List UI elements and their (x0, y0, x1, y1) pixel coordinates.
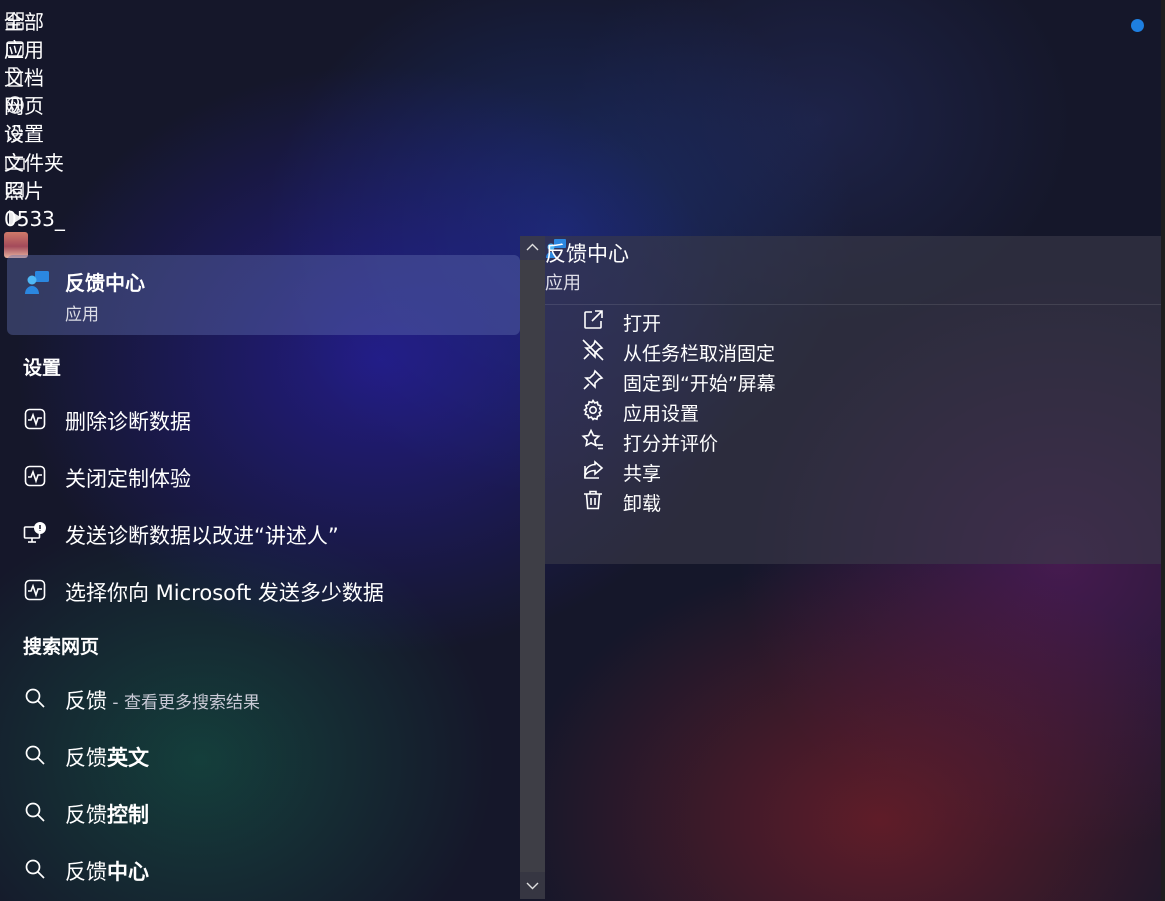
filter-all[interactable]: 全部 (4, 8, 44, 36)
scrollbar-thumb[interactable] (520, 260, 545, 872)
settings-result-diagnostic-level[interactable]: 选择你向 Microsoft 发送多少数据 (0, 566, 520, 614)
filter-documents[interactable]: 文档 (4, 64, 44, 92)
preview-header: 反馈中心 应用 (545, 236, 1161, 305)
action-label: 从任务栏取消固定 (623, 343, 776, 365)
unpin-icon (581, 338, 605, 362)
scroll-up-arrow-icon[interactable] (525, 240, 540, 255)
settings-result-delete-diagnostics[interactable]: 删除诊断数据 (0, 395, 520, 443)
preview-title: 反馈中心 (545, 242, 629, 266)
settings-result-label: 关闭定制体验 (65, 467, 191, 491)
action-unpin-taskbar[interactable]: 从任务栏取消固定 (581, 336, 981, 366)
filter-folders[interactable]: 文件夹 (4, 149, 64, 177)
best-match-result[interactable]: 反馈中心 应用 (7, 255, 520, 335)
filter-photos-label: 照片 (4, 179, 44, 203)
settings-result-label: 发送诊断数据以改进“讲述人” (65, 524, 339, 548)
app-preview-pane: 反馈中心 应用 打开 从任务栏取消固定 固定到“开始”屏幕 应用设置 打分并评价… (545, 236, 1161, 564)
filter-apps[interactable]: 应用 (4, 36, 44, 64)
action-label: 共享 (623, 463, 662, 485)
filter-apps-label: 应用 (4, 38, 44, 62)
action-label: 卸载 (623, 493, 662, 515)
web-result-center[interactable]: 反馈中心 (0, 845, 520, 893)
action-rate-review[interactable]: 打分并评价 (581, 426, 981, 456)
search-icon (23, 743, 47, 767)
web-result-english[interactable]: 反馈英文 (0, 731, 520, 779)
action-app-settings[interactable]: 应用设置 (581, 396, 981, 426)
action-label: 打分并评价 (623, 433, 719, 455)
web-result-text: 反馈英文 (65, 746, 149, 770)
rate-review-icon (581, 428, 605, 452)
search-icon (23, 686, 47, 710)
web-result-more[interactable]: 反馈 - 查看更多搜索结果 (0, 674, 520, 722)
trash-icon (581, 488, 605, 512)
filter-folders-label: 文件夹 (4, 151, 64, 175)
settings-result-label: 删除诊断数据 (65, 410, 191, 434)
web-result-text: 反馈 - 查看更多搜索结果 (65, 689, 260, 713)
filter-all-label: 全部 (4, 10, 44, 34)
open-external-icon (581, 308, 605, 332)
action-share[interactable]: 共享 (581, 456, 981, 486)
preview-subtitle: 应用 (545, 273, 581, 294)
filter-settings[interactable]: 设置 (4, 120, 44, 148)
best-match-subtitle: 应用 (65, 305, 99, 325)
web-result-control[interactable]: 反馈控制 (0, 788, 520, 836)
diagnostics-icon (23, 407, 47, 431)
filter-web[interactable]: 网页 (4, 92, 44, 120)
search-icon (23, 857, 47, 881)
settings-section-heading: 设置 (23, 357, 62, 379)
narrator-icon (23, 521, 47, 545)
filter-photos[interactable]: 照片 (4, 177, 44, 205)
settings-result-label: 选择你向 Microsoft 发送多少数据 (65, 581, 384, 605)
filter-recent-item[interactable]: 0533_ (4, 205, 65, 233)
action-label: 打开 (623, 313, 662, 335)
diagnostics-icon (23, 464, 47, 488)
action-label: 固定到“开始”屏幕 (623, 373, 776, 395)
settings-result-turn-off-tailored[interactable]: 关闭定制体验 (0, 452, 520, 500)
action-open[interactable]: 打开 (581, 306, 981, 336)
web-result-text: 反馈中心 (65, 860, 149, 884)
settings-result-narrator-diagnostics[interactable]: 发送诊断数据以改进“讲述人” (0, 509, 520, 557)
action-label: 应用设置 (623, 403, 700, 425)
pin-icon (581, 368, 605, 392)
web-section-heading: 搜索网页 (23, 636, 100, 658)
feedback-hub-icon (23, 269, 51, 297)
share-icon (581, 458, 605, 482)
filter-documents-label: 文档 (4, 66, 44, 90)
best-match-title: 反馈中心 (65, 271, 145, 295)
web-result-text: 反馈控制 (65, 803, 149, 827)
gear-icon (581, 398, 605, 422)
search-icon (23, 800, 47, 824)
scroll-down-arrow-icon[interactable] (525, 878, 540, 893)
filter-web-label: 网页 (4, 94, 44, 118)
notification-dot (1131, 19, 1144, 32)
filter-settings-label: 设置 (4, 122, 44, 146)
diagnostics-icon (23, 578, 47, 602)
action-uninstall[interactable]: 卸载 (581, 486, 981, 516)
window-edge (1161, 0, 1165, 901)
results-scrollbar[interactable] (520, 236, 545, 899)
action-pin-start[interactable]: 固定到“开始”屏幕 (581, 366, 981, 396)
filter-recent-item-label: 0533_ (4, 207, 65, 231)
